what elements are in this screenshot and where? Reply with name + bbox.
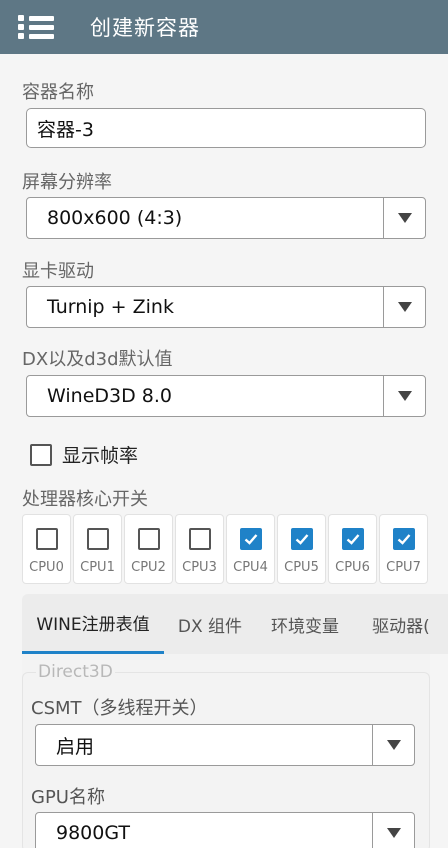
- direct3d-legend: Direct3D: [36, 662, 115, 682]
- dx-select[interactable]: WineD3D 8.0: [26, 375, 426, 417]
- checkbox-checked-icon[interactable]: [290, 528, 313, 550]
- checkbox-checked-icon[interactable]: [239, 528, 262, 550]
- dropdown-arrow-icon[interactable]: [372, 813, 414, 848]
- checkbox-checked-icon[interactable]: [392, 528, 415, 550]
- checkbox-unchecked-icon[interactable]: [86, 528, 109, 550]
- dx-value: WineD3D 8.0: [47, 385, 172, 407]
- tab-wine-registry[interactable]: WINE注册表值: [22, 594, 164, 654]
- tab-dx-components[interactable]: DX 组件: [164, 594, 256, 654]
- dropdown-arrow-icon[interactable]: [383, 287, 425, 327]
- gpu-name-value: 9800GT: [56, 822, 131, 844]
- cpu-name: CPU1: [80, 560, 115, 575]
- dx-label: DX以及d3d默认值: [22, 349, 173, 370]
- tab-env-vars[interactable]: 环境变量: [256, 594, 354, 654]
- checkbox-unchecked-icon[interactable]: [137, 528, 160, 550]
- cpu-name: CPU4: [233, 560, 268, 575]
- cpu-toggle-3[interactable]: CPU3: [175, 514, 224, 584]
- gpu-driver-label: 显卡驱动: [22, 261, 94, 282]
- cpu-toggle-4[interactable]: CPU4: [226, 514, 275, 584]
- tab-bar: WINE注册表值 DX 组件 环境变量 驱动器(: [22, 594, 448, 654]
- csmt-value: 启用: [56, 735, 95, 758]
- cpu-name: CPU2: [131, 560, 166, 575]
- cpu-name: CPU3: [182, 560, 217, 575]
- gpu-driver-select[interactable]: Turnip + Zink: [26, 286, 426, 328]
- dropdown-arrow-icon[interactable]: [383, 376, 425, 416]
- menu-icon[interactable]: [18, 12, 54, 42]
- cpu-toggle-7[interactable]: CPU7: [379, 514, 428, 584]
- cpu-toggle-list: CPU0 CPU1 CPU2 CPU3 CPU4 CPU5 CPU6 CPU7: [22, 514, 428, 584]
- cpu-toggle-2[interactable]: CPU2: [124, 514, 173, 584]
- tab-drives[interactable]: 驱动器(: [354, 594, 448, 654]
- csmt-select[interactable]: 启用: [35, 724, 415, 766]
- checkbox-checked-icon[interactable]: [341, 528, 364, 550]
- checkbox-unchecked-icon[interactable]: [35, 528, 58, 550]
- checkbox-unchecked-icon[interactable]: [30, 443, 52, 466]
- dropdown-arrow-icon[interactable]: [372, 725, 414, 765]
- checkbox-unchecked-icon[interactable]: [188, 528, 211, 550]
- show-fps-label: 显示帧率: [62, 445, 139, 467]
- resolution-select[interactable]: 800x600 (4:3): [26, 197, 426, 239]
- gpu-name-select[interactable]: 9800GT: [35, 812, 415, 848]
- csmt-label: CSMT（多线程开关）: [31, 698, 208, 719]
- app-bar: 创建新容器: [0, 0, 448, 54]
- gpu-name-label: GPU名称: [31, 787, 105, 808]
- container-name-label: 容器名称: [22, 82, 94, 103]
- gpu-driver-value: Turnip + Zink: [47, 296, 174, 318]
- cpu-toggle-0[interactable]: CPU0: [22, 514, 71, 584]
- cpu-name: CPU0: [29, 560, 64, 575]
- show-fps-checkbox[interactable]: 显示帧率: [30, 441, 138, 468]
- page-title: 创建新容器: [90, 16, 200, 40]
- cpu-name: CPU7: [386, 560, 421, 575]
- cpu-label: 处理器核心开关: [22, 489, 148, 510]
- cpu-name: CPU6: [335, 560, 370, 575]
- resolution-label: 屏幕分辨率: [22, 172, 112, 193]
- dropdown-arrow-icon[interactable]: [383, 198, 425, 238]
- cpu-toggle-1[interactable]: CPU1: [73, 514, 122, 584]
- cpu-name: CPU5: [284, 560, 319, 575]
- cpu-toggle-6[interactable]: CPU6: [328, 514, 377, 584]
- container-name-input[interactable]: 容器-3: [26, 108, 426, 148]
- resolution-value: 800x600 (4:3): [47, 207, 183, 229]
- cpu-toggle-5[interactable]: CPU5: [277, 514, 326, 584]
